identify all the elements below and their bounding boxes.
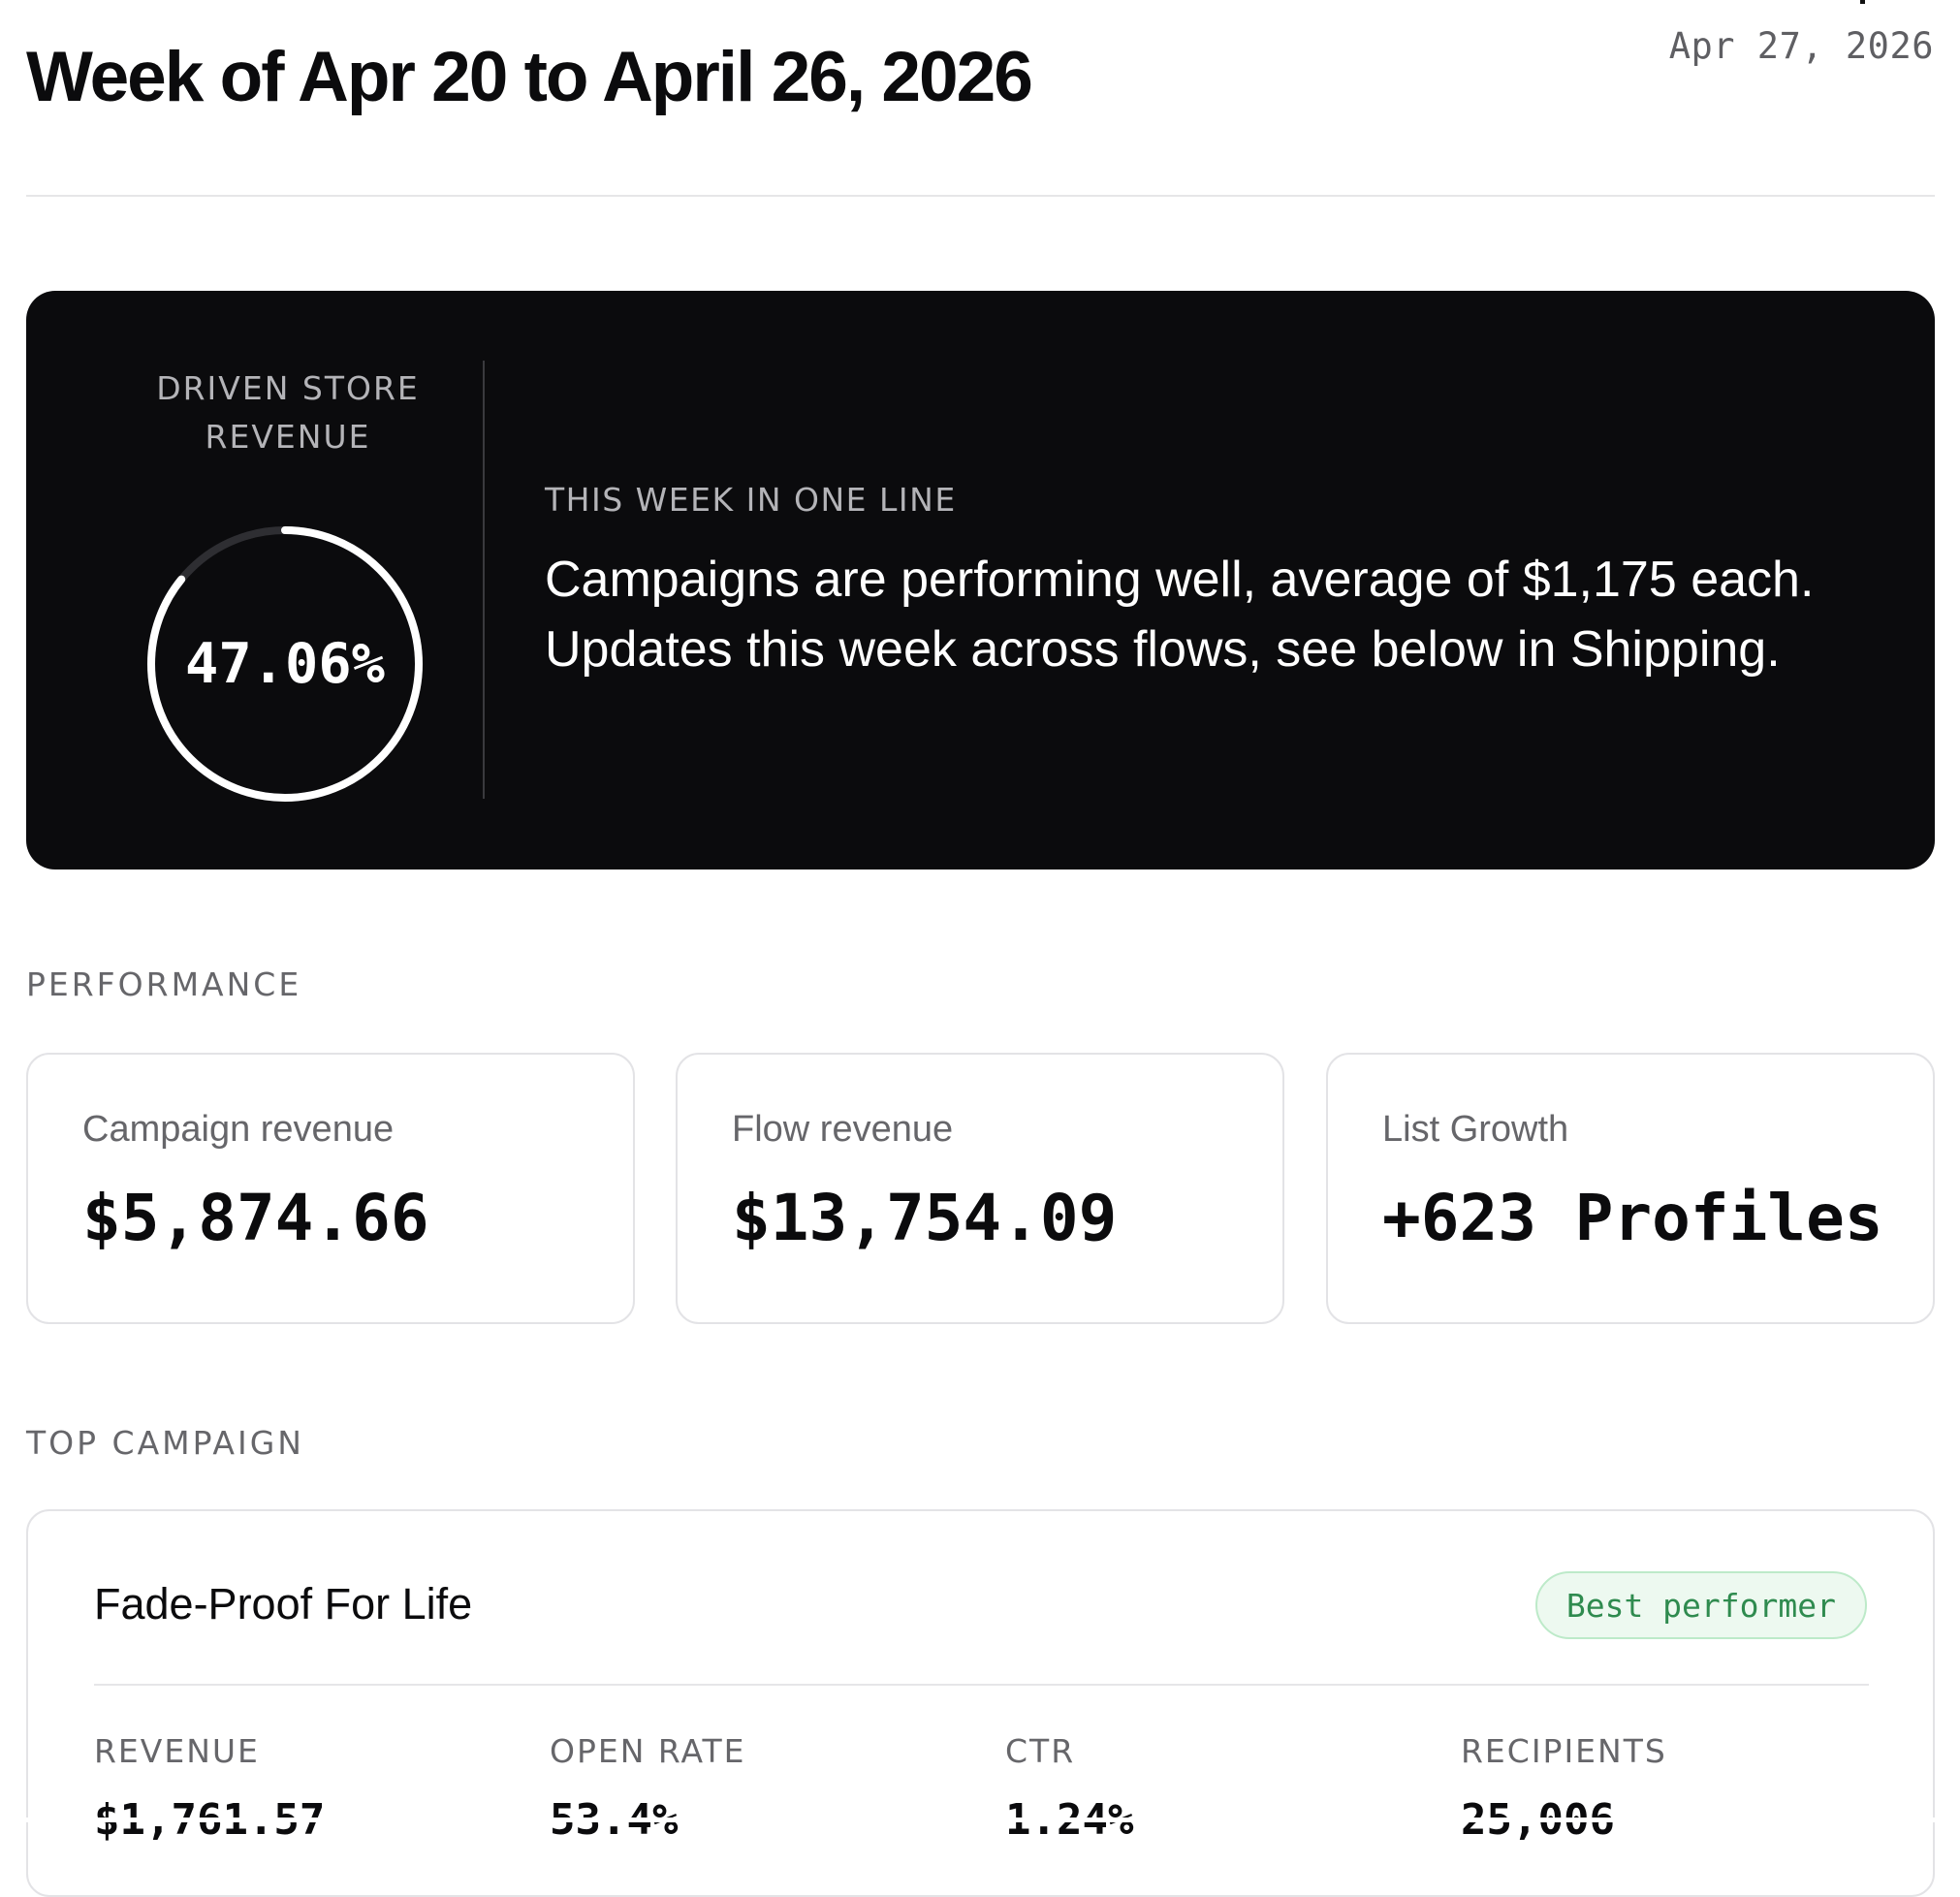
stat-open-rate: OPEN RATE 53.4% <box>550 1732 746 1845</box>
stat-revenue: REVENUE $1,761.57 <box>94 1732 325 1845</box>
page-title: Week of Apr 20 to April 26, 2026 <box>26 38 1033 116</box>
performance-section-label: PERFORMANCE <box>26 965 302 1003</box>
driven-revenue-label-line2: REVENUE <box>205 418 371 456</box>
report-date: Apr 27, 2026 <box>1668 25 1934 67</box>
corner-mark <box>1860 0 1865 4</box>
stat-recipients-label: RECIPIENTS <box>1461 1732 1667 1770</box>
revenue-progress-ring: 47.06% <box>125 504 445 824</box>
flow-revenue-value: $13,754.09 <box>732 1181 1118 1255</box>
stat-ctr-label: CTR <box>1005 1732 1076 1770</box>
driven-revenue-label: DRIVEN STORE REVENUE <box>104 364 472 461</box>
flow-revenue-card: Flow revenue $13,754.09 <box>676 1053 1284 1324</box>
campaign-name: Fade-Proof For Life <box>94 1579 473 1628</box>
summary-line-2: Updates this week across flows, see belo… <box>545 621 1781 678</box>
bottom-edge <box>0 1818 1960 1822</box>
campaign-revenue-value: $5,874.66 <box>82 1181 429 1255</box>
driven-revenue-label-line1: DRIVEN STORE <box>156 369 420 407</box>
hero-summary-card: DRIVEN STORE REVENUE 47.06% THIS WEEK IN… <box>26 291 1935 869</box>
stat-revenue-label: REVENUE <box>94 1732 260 1770</box>
best-performer-badge: Best performer <box>1534 1571 1867 1639</box>
top-campaign-section-label: TOP CAMPAIGN <box>26 1424 304 1462</box>
weekly-report-page: Apr 27, 2026 Week of Apr 20 to April 26,… <box>0 0 1960 1897</box>
top-campaign-card: Fade-Proof For Life Best performer REVEN… <box>26 1509 1935 1897</box>
campaign-revenue-label: Campaign revenue <box>82 1109 395 1150</box>
hero-divider <box>483 361 485 799</box>
summary-line-1: Campaigns are performing well, average o… <box>545 552 1815 608</box>
list-growth-value: +623 Profiles <box>1382 1181 1883 1255</box>
header-divider <box>26 195 1935 197</box>
stat-recipients: RECIPIENTS 25,006 <box>1461 1732 1667 1845</box>
list-growth-card: List Growth +623 Profiles <box>1326 1053 1935 1324</box>
flow-revenue-label: Flow revenue <box>732 1109 954 1150</box>
list-growth-label: List Growth <box>1382 1109 1569 1150</box>
campaign-divider <box>94 1684 1869 1686</box>
summary-label: THIS WEEK IN ONE LINE <box>545 481 957 519</box>
campaign-revenue-card: Campaign revenue $5,874.66 <box>26 1053 635 1324</box>
stat-open-rate-label: OPEN RATE <box>550 1732 746 1770</box>
stat-ctr: CTR 1.24% <box>1005 1732 1133 1845</box>
driven-revenue-percent: 47.06% <box>185 632 385 696</box>
